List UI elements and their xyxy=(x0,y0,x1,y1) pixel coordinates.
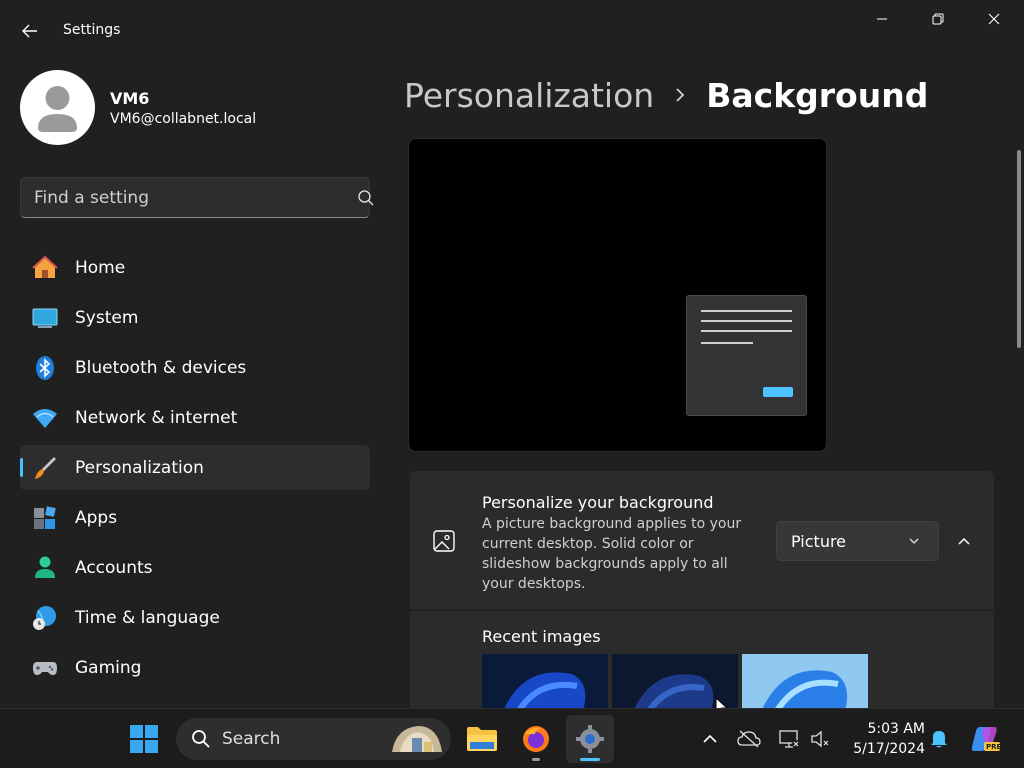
windows-logo-icon xyxy=(130,725,158,753)
recent-image-3[interactable] xyxy=(742,654,868,708)
settings-taskbar-button[interactable] xyxy=(566,715,614,763)
sidebar-item-label: Home xyxy=(75,257,126,278)
bluetooth-icon xyxy=(32,355,58,381)
app-title: Settings xyxy=(63,22,121,38)
user-silhouette-icon xyxy=(38,86,77,132)
preview-line xyxy=(701,320,792,322)
search-icon xyxy=(192,730,210,748)
close-button[interactable] xyxy=(966,0,1022,38)
user-name: VM6 xyxy=(110,89,150,108)
taskbar-clock[interactable]: 5:03 AM 5/17/2024 xyxy=(845,719,925,759)
system-icon xyxy=(32,305,58,331)
preview-line xyxy=(701,330,792,332)
brush-icon xyxy=(32,455,58,481)
breadcrumb-parent[interactable]: Personalization xyxy=(404,76,654,115)
scrollbar[interactable] xyxy=(1017,150,1021,348)
personalize-background-card: Personalize your background A picture ba… xyxy=(410,471,994,609)
sidebar-item-apps[interactable]: Apps xyxy=(20,495,370,540)
avatar[interactable] xyxy=(20,70,95,145)
back-button[interactable] xyxy=(14,17,46,45)
title-bar: Settings xyxy=(0,0,1024,62)
close-icon xyxy=(988,13,1000,25)
search-highlight-icon xyxy=(392,726,442,752)
recent-images-card: Recent images xyxy=(410,611,994,708)
preview-line xyxy=(701,342,753,344)
sidebar-item-bluetooth[interactable]: Bluetooth & devices xyxy=(20,345,370,390)
taskbar-search-label: Search xyxy=(222,729,281,749)
minimize-button[interactable] xyxy=(854,0,910,38)
sidebar-item-label: Personalization xyxy=(75,457,204,478)
page-title: Background xyxy=(706,75,929,115)
search-icon[interactable] xyxy=(357,189,375,207)
recent-image-1[interactable] xyxy=(482,654,608,708)
gear-icon xyxy=(576,725,604,753)
chevron-down-icon xyxy=(909,538,919,544)
file-explorer-button[interactable] xyxy=(458,715,506,763)
sidebar-item-gaming[interactable]: Gaming xyxy=(20,645,370,690)
sidebar-item-label: Apps xyxy=(75,507,118,528)
globe-clock-icon xyxy=(32,605,58,631)
picture-icon xyxy=(433,530,455,552)
preview-window xyxy=(686,295,807,416)
sidebar-item-home[interactable]: Home xyxy=(20,245,370,290)
minimize-icon xyxy=(877,18,887,20)
copilot-badge: PRE xyxy=(986,743,1002,751)
taskbar-search[interactable]: Search xyxy=(176,718,451,760)
firefox-icon xyxy=(523,726,549,752)
settings-search xyxy=(20,177,374,218)
taskbar: Search 5:03 AM 5/17/2024 PRE xyxy=(0,708,1024,768)
apps-icon xyxy=(32,505,58,531)
sidebar-item-personalization[interactable]: Personalization xyxy=(20,445,370,490)
background-type-dropdown[interactable]: Picture xyxy=(776,521,939,561)
sidebar-item-time-language[interactable]: Time & language xyxy=(20,595,370,640)
sidebar-item-label: Network & internet xyxy=(75,407,238,428)
clock-date: 5/17/2024 xyxy=(853,741,925,757)
sidebar-item-system[interactable]: System xyxy=(20,295,370,340)
restore-button[interactable] xyxy=(910,0,966,38)
search-input[interactable] xyxy=(21,178,321,217)
sidebar-item-label: Accounts xyxy=(75,557,153,578)
breadcrumb: Personalization Background xyxy=(404,73,928,117)
sidebar-item-label: Bluetooth & devices xyxy=(75,357,247,378)
sidebar-item-label: Gaming xyxy=(75,657,142,678)
recent-images-label: Recent images xyxy=(482,627,601,646)
chevron-up-icon xyxy=(703,734,717,743)
sidebar-item-accounts[interactable]: Accounts xyxy=(20,545,370,590)
back-arrow-icon xyxy=(22,24,37,38)
active-indicator xyxy=(580,758,600,761)
dropdown-value: Picture xyxy=(791,532,847,551)
accounts-icon xyxy=(32,555,58,581)
start-button[interactable] xyxy=(120,715,168,763)
wifi-icon xyxy=(32,405,58,431)
sidebar-nav: Home System Bluetooth & devices Network … xyxy=(20,245,370,695)
chevron-up-icon xyxy=(958,537,970,545)
sidebar-item-network[interactable]: Network & internet xyxy=(20,395,370,440)
desktop-preview xyxy=(408,138,827,452)
gamepad-icon xyxy=(32,655,58,681)
onedrive-icon[interactable] xyxy=(737,727,761,751)
home-icon xyxy=(32,255,58,281)
notifications-bell-icon[interactable] xyxy=(927,727,951,751)
collapse-button[interactable] xyxy=(948,523,980,559)
sidebar-item-label: Time & language xyxy=(75,607,220,628)
network-icon[interactable] xyxy=(778,727,802,751)
preview-line xyxy=(701,310,792,312)
card-description: A picture background applies to your cur… xyxy=(482,516,742,592)
show-hidden-icons-button[interactable] xyxy=(698,727,722,751)
card-title: Personalize your background xyxy=(482,493,714,512)
running-indicator xyxy=(532,758,540,761)
sidebar-item-label: System xyxy=(75,307,139,328)
firefox-button[interactable] xyxy=(512,715,560,763)
volume-muted-icon[interactable] xyxy=(809,727,833,751)
restore-icon xyxy=(932,13,944,25)
folder-icon xyxy=(467,727,497,751)
clock-time: 5:03 AM xyxy=(867,721,925,737)
copilot-button[interactable]: PRE xyxy=(970,727,1002,751)
user-email: VM6@collabnet.local xyxy=(110,111,257,127)
chevron-right-icon xyxy=(662,86,698,104)
preview-accent-button xyxy=(763,387,793,397)
